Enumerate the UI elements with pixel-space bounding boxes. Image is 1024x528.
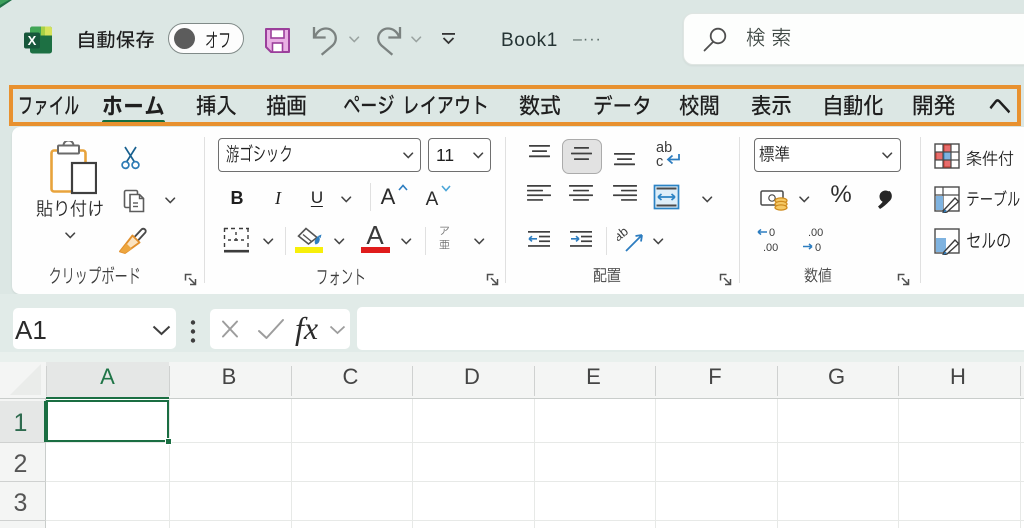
svg-text:c: c	[656, 154, 663, 170]
svg-text:0: 0	[815, 242, 821, 254]
svg-text:.00: .00	[763, 242, 778, 254]
svg-text:0: 0	[769, 227, 775, 239]
svg-text:ab: ab	[617, 226, 631, 244]
svg-text:X: X	[28, 33, 37, 48]
svg-text:.00: .00	[808, 227, 823, 239]
